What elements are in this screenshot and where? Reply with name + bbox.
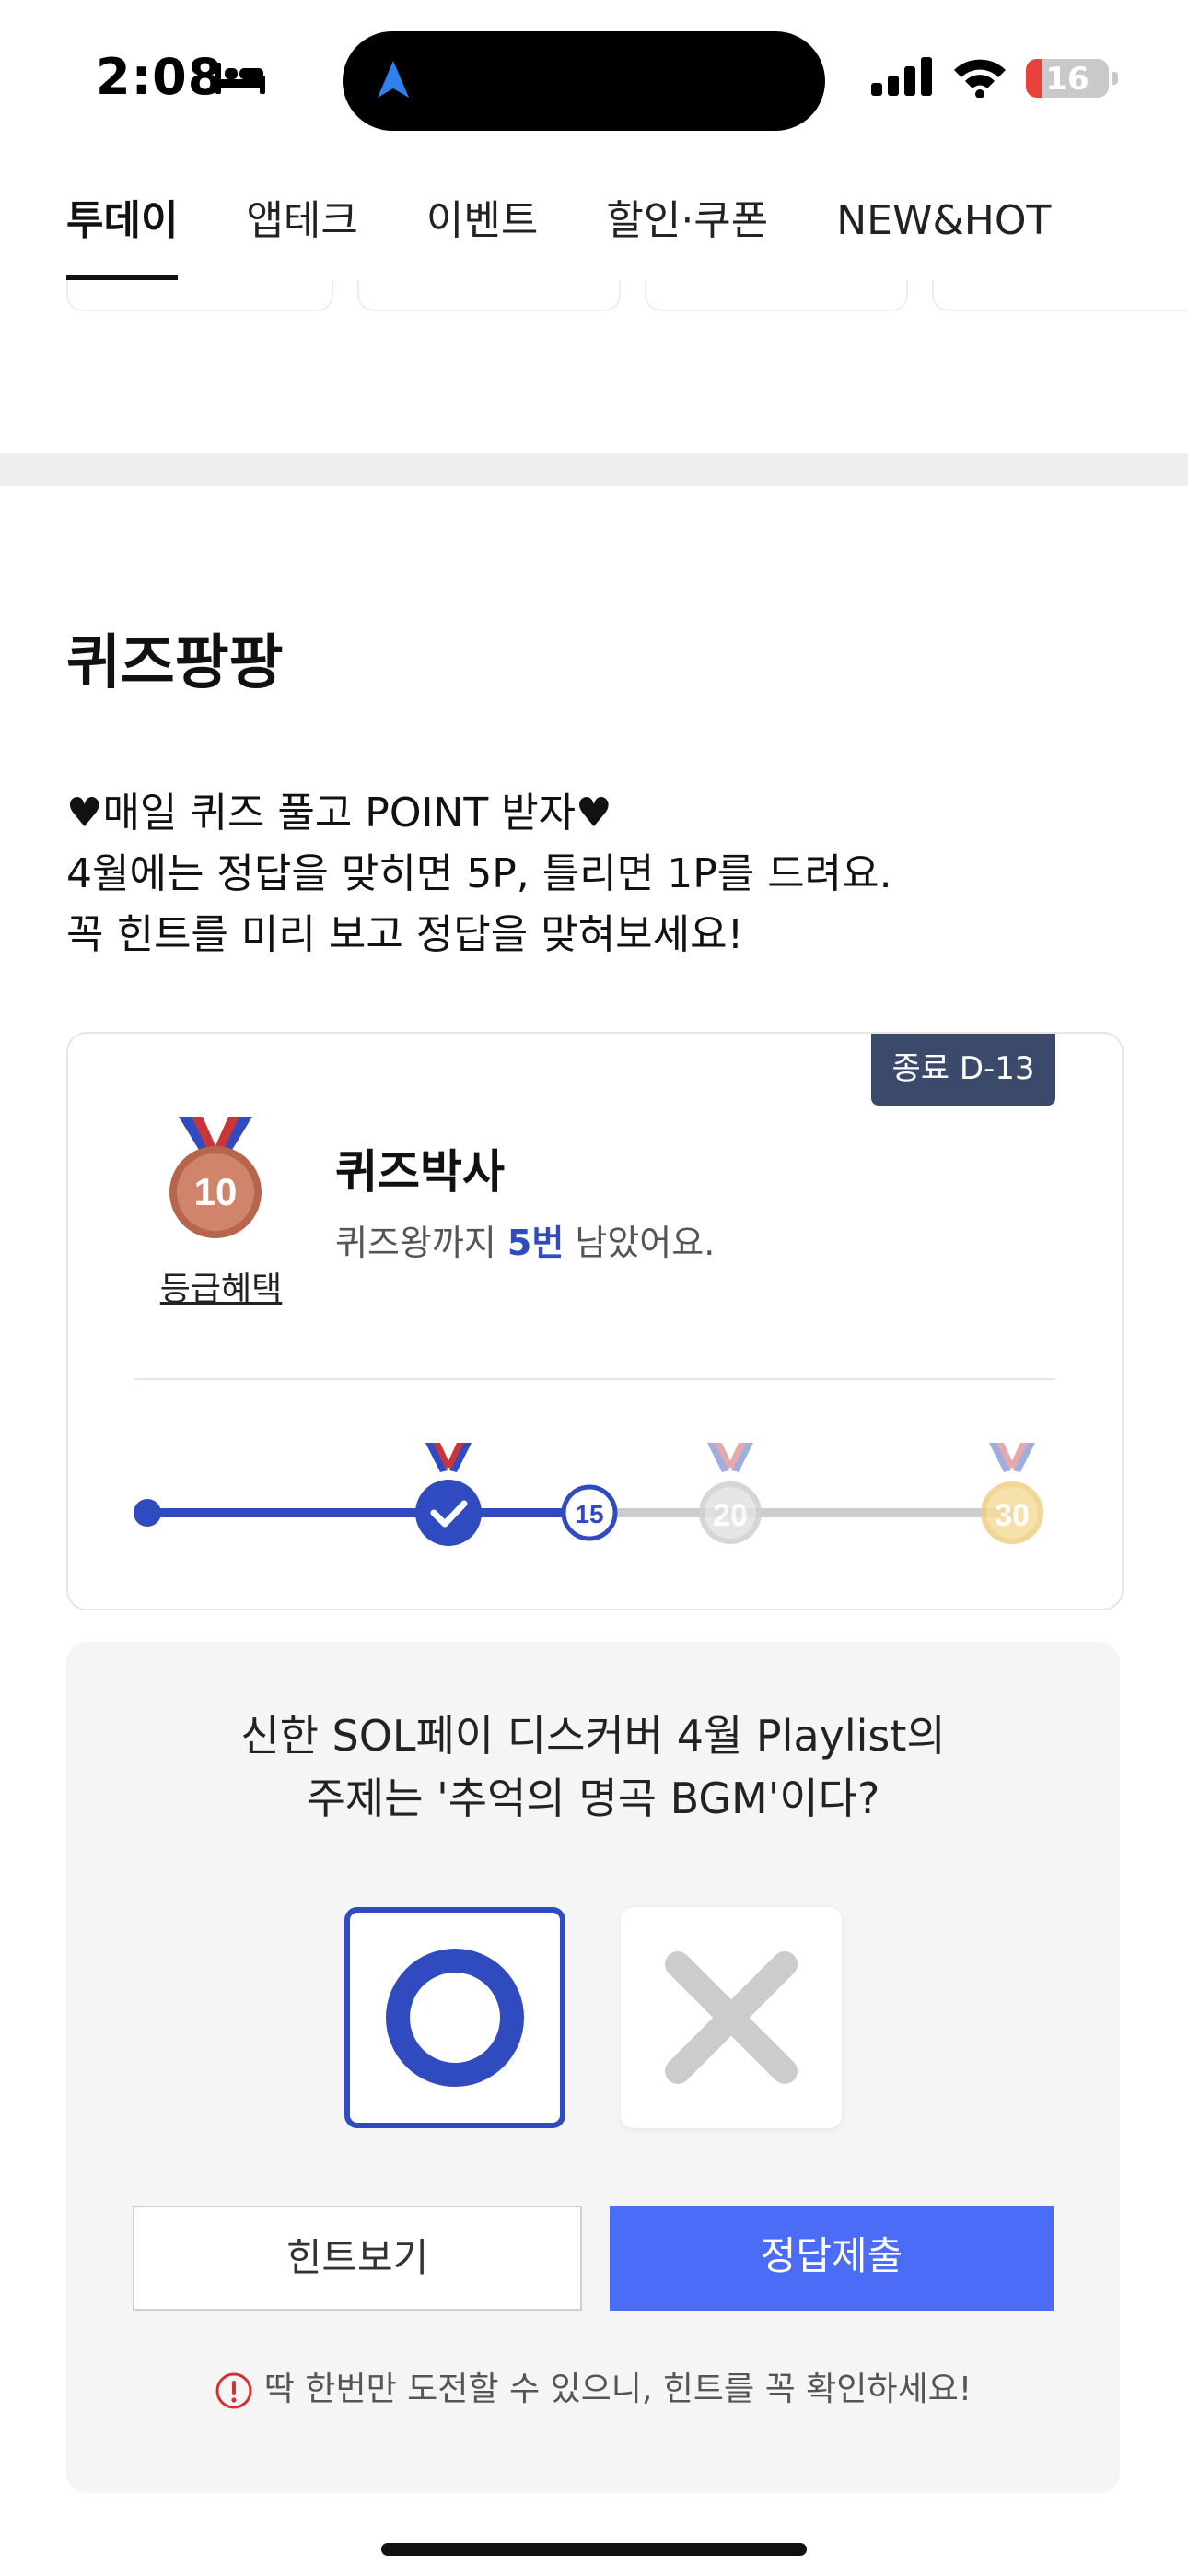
quiz-question-box: 신한 SOL페이 디스커버 4월 Playlist의 주제는 '추억의 명곡 B… [66, 1642, 1120, 2493]
battery-indicator: 16 [1026, 59, 1109, 98]
grade-benefits-link[interactable]: 등급혜택 [147, 1262, 295, 1310]
cellular-signal-icon [871, 57, 932, 96]
silver-medal-icon: 20 [699, 1443, 762, 1544]
milestone-label: 30 [995, 1498, 1030, 1533]
home-indicator[interactable] [381, 2543, 807, 2556]
description-line: 꼭 힌트를 미리 보고 정답을 맞혀보세요! [66, 911, 744, 958]
current-progress-label: 15 [575, 1500, 603, 1528]
answer-o-button[interactable] [344, 1907, 565, 2128]
question-line: 신한 SOL페이 디스커버 4월 Playlist의 [240, 1711, 946, 1761]
carousel-card[interactable] [645, 280, 908, 311]
status-bar: 2:08 16 [0, 0, 1188, 157]
tab-today[interactable]: 투데이 [66, 192, 179, 280]
description-line: ♥매일 퀴즈 풀고 POINT 받자♥ [66, 790, 612, 837]
answer-x-button[interactable] [621, 1907, 842, 2128]
carousel-card-edges [0, 280, 1188, 311]
quiz-level-card: 종료 D-13 10 등급혜택 퀴즈박사 퀴즈왕까지 5번 남았어요. 15 2… [66, 1032, 1124, 1610]
milestone-label: 20 [713, 1498, 748, 1533]
dynamic-island [343, 31, 825, 131]
tab-apptech[interactable]: 앱테크 [246, 192, 357, 280]
card-divider [134, 1378, 1055, 1380]
level-progress-track: 15 20 30 [134, 1443, 1043, 1546]
quiz-question: 신한 SOL페이 디스커버 4월 Playlist의 주제는 '추억의 명곡 B… [66, 1704, 1120, 1830]
battery-tip [1112, 72, 1118, 85]
remaining-count: 5번 [507, 1223, 565, 1263]
medal-number: 10 [194, 1170, 238, 1213]
battery-level: 16 [1045, 61, 1089, 98]
alert-icon [215, 2372, 252, 2409]
sleep-focus-icon [215, 63, 265, 94]
gold-medal-icon: 30 [981, 1443, 1043, 1544]
tab-event[interactable]: 이벤트 [426, 192, 538, 280]
tab-new-hot[interactable]: NEW&HOT [836, 192, 1051, 280]
bronze-medal-icon: 10 [160, 1113, 271, 1242]
hint-button[interactable]: 힌트보기 [133, 2206, 582, 2311]
cross-x-icon [665, 1951, 798, 2084]
warning-text: 딱 한번만 도전할 수 있으니, 힌트를 꼭 확인하세요! [263, 2371, 973, 2408]
warning-note: 딱 한번만 도전할 수 있으니, 힌트를 꼭 확인하세요! [66, 2362, 1120, 2410]
progress-start-dot [134, 1499, 161, 1527]
level-subtitle: 퀴즈왕까지 5번 남았어요. [335, 1214, 715, 1265]
submit-answer-button[interactable]: 정답제출 [610, 2206, 1054, 2311]
level-sub-suffix: 남았어요. [564, 1223, 716, 1263]
tab-discount-coupon[interactable]: 할인·쿠폰 [606, 192, 768, 280]
section-divider [0, 453, 1188, 486]
section-title: 퀴즈팡팡 [66, 629, 284, 697]
section-description: ♥매일 퀴즈 풀고 POINT 받자♥ 4월에는 정답을 맞히면 5P, 틀리면… [66, 783, 892, 966]
carousel-card[interactable] [66, 280, 333, 311]
wifi-icon [954, 59, 1006, 98]
carousel-card[interactable] [357, 280, 621, 311]
question-line: 주제는 '추억의 명곡 BGM'이다? [306, 1774, 880, 1823]
dday-badge: 종료 D-13 [871, 1034, 1055, 1106]
status-time: 2:08 [96, 48, 224, 106]
circle-o-icon [386, 1949, 524, 2087]
description-line: 4월에는 정답을 맞히면 5P, 틀리면 1P를 드려요. [66, 850, 892, 897]
current-progress-marker: 15 [561, 1484, 618, 1541]
carousel-card[interactable] [932, 280, 1188, 311]
milestone-10-achieved-icon [415, 1443, 482, 1546]
category-tabs: 투데이 앱테크 이벤트 할인·쿠폰 NEW&HOT [66, 192, 1119, 280]
navigation-arrow-icon [378, 61, 409, 98]
level-title: 퀴즈박사 [335, 1145, 505, 1199]
level-sub-prefix: 퀴즈왕까지 [335, 1223, 507, 1263]
